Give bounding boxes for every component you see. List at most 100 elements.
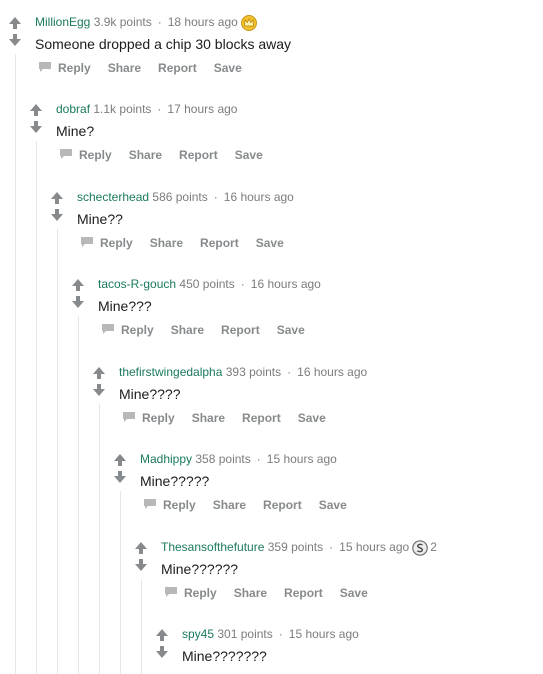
reply-button[interactable]: Reply <box>122 411 175 425</box>
report-button[interactable]: Report <box>263 498 302 512</box>
reply-button[interactable]: Reply <box>80 236 133 250</box>
downvote-arrow-icon[interactable] <box>50 208 64 222</box>
thread-line[interactable] <box>141 579 142 674</box>
report-button[interactable]: Report <box>179 148 218 162</box>
comment-author[interactable]: schecterhead <box>77 190 149 204</box>
save-button[interactable]: Save <box>235 148 263 162</box>
separator-dot: · <box>287 365 292 379</box>
reply-button[interactable]: Reply <box>101 323 154 337</box>
reply-button[interactable]: Reply <box>164 586 217 600</box>
reply-label: Reply <box>58 61 91 75</box>
comment-author[interactable]: spy45 <box>182 627 214 641</box>
comment-body: Mine??? <box>98 298 152 314</box>
comment-timestamp[interactable]: 16 hours ago <box>297 365 367 379</box>
report-button[interactable]: Report <box>242 411 281 425</box>
downvote-arrow-icon[interactable] <box>113 470 127 484</box>
comment-meta: thefirstwingedalpha 393 points · 16 hours … <box>119 364 367 380</box>
share-button[interactable]: Share <box>213 498 246 512</box>
reply-button[interactable]: Reply <box>143 498 196 512</box>
vote-controls <box>155 628 169 659</box>
comment-meta: dobraf 1.1k points · 17 hours ago <box>56 101 237 117</box>
share-button[interactable]: Share <box>192 411 225 425</box>
separator-dot: · <box>157 15 162 29</box>
reply-button[interactable]: Reply <box>38 61 91 75</box>
comment-meta: tacos-R-gouch 450 points · 16 hours ago <box>98 276 321 292</box>
report-button[interactable]: Report <box>200 236 239 250</box>
thread-line[interactable] <box>36 141 37 674</box>
share-button[interactable]: Share <box>234 586 267 600</box>
silver-award-icon[interactable] <box>412 540 429 556</box>
upvote-arrow-icon[interactable] <box>71 278 85 292</box>
reply-label: Reply <box>100 236 133 250</box>
share-button[interactable]: Share <box>150 236 183 250</box>
share-button[interactable]: Share <box>129 148 162 162</box>
comment-timestamp[interactable]: 16 hours ago <box>224 190 294 204</box>
separator-dot: · <box>278 627 283 641</box>
upvote-arrow-icon[interactable] <box>113 453 127 467</box>
thread-line[interactable] <box>120 491 121 674</box>
comment-timestamp[interactable]: 16 hours ago <box>251 277 321 291</box>
comment-meta: Thesansofthefuture 359 points · 15 hours a… <box>161 539 437 556</box>
vote-controls <box>50 191 64 222</box>
reply-icon <box>38 61 52 73</box>
save-button[interactable]: Save <box>214 61 242 75</box>
comment-author[interactable]: Madhippy <box>140 452 192 466</box>
comment-author[interactable]: tacos-R-gouch <box>98 277 176 291</box>
save-button[interactable]: Save <box>340 586 368 600</box>
comment-actions: Reply Share Report Save <box>122 411 343 425</box>
comment-actions: Reply Share Report Save <box>80 236 301 250</box>
comment-actions: Reply Share Report Save <box>101 323 322 337</box>
comment-body: Mine? <box>56 123 95 139</box>
upvote-arrow-icon[interactable] <box>134 541 148 555</box>
thread-line[interactable] <box>99 404 100 674</box>
separator-dot: · <box>329 540 334 554</box>
reply-icon <box>143 498 157 510</box>
save-button[interactable]: Save <box>298 411 326 425</box>
save-button[interactable]: Save <box>256 236 284 250</box>
downvote-arrow-icon[interactable] <box>29 120 43 134</box>
upvote-arrow-icon[interactable] <box>8 16 22 30</box>
downvote-arrow-icon[interactable] <box>8 33 22 47</box>
comment-author[interactable]: MillionEgg <box>35 15 90 29</box>
reply-button[interactable]: Reply <box>59 148 112 162</box>
comment-author[interactable]: dobraf <box>56 102 90 116</box>
comment-timestamp[interactable]: 15 hours ago <box>339 540 409 554</box>
comment-body: Mine?? <box>77 211 123 227</box>
gold-crown-award-icon[interactable] <box>240 14 257 31</box>
comment-timestamp[interactable]: 18 hours ago <box>168 15 238 29</box>
comment-timestamp[interactable]: 17 hours ago <box>167 102 237 116</box>
share-button[interactable]: Share <box>108 61 141 75</box>
downvote-arrow-icon[interactable] <box>92 383 106 397</box>
comment-timestamp[interactable]: 15 hours ago <box>289 627 359 641</box>
reply-label: Reply <box>163 498 196 512</box>
comment-actions: Reply Share Report Save <box>143 498 364 512</box>
reply-icon <box>59 148 73 160</box>
report-button[interactable]: Report <box>158 61 197 75</box>
thread-line[interactable] <box>15 54 16 674</box>
reply-label: Reply <box>79 148 112 162</box>
upvote-arrow-icon[interactable] <box>155 628 169 642</box>
reply-label: Reply <box>142 411 175 425</box>
save-button[interactable]: Save <box>319 498 347 512</box>
share-button[interactable]: Share <box>171 323 204 337</box>
downvote-arrow-icon[interactable] <box>134 558 148 572</box>
upvote-arrow-icon[interactable] <box>29 103 43 117</box>
vote-controls <box>134 541 148 572</box>
thread-line[interactable] <box>78 316 79 674</box>
upvote-arrow-icon[interactable] <box>92 366 106 380</box>
downvote-arrow-icon[interactable] <box>71 295 85 309</box>
comment-points: 586 points <box>152 190 208 204</box>
comment-points: 301 points <box>217 627 273 641</box>
save-button[interactable]: Save <box>277 323 305 337</box>
report-button[interactable]: Report <box>221 323 260 337</box>
upvote-arrow-icon[interactable] <box>50 191 64 205</box>
thread-line[interactable] <box>57 229 58 674</box>
reply-icon <box>101 323 115 335</box>
comment-timestamp[interactable]: 15 hours ago <box>267 452 337 466</box>
comment-author[interactable]: thefirstwingedalpha <box>119 365 222 379</box>
comment-author[interactable]: Thesansofthefuture <box>161 540 264 554</box>
downvote-arrow-icon[interactable] <box>155 645 169 659</box>
comment-points: 3.9k points <box>93 15 152 29</box>
comment-actions: Reply Share Report Save <box>59 148 280 162</box>
report-button[interactable]: Report <box>284 586 323 600</box>
